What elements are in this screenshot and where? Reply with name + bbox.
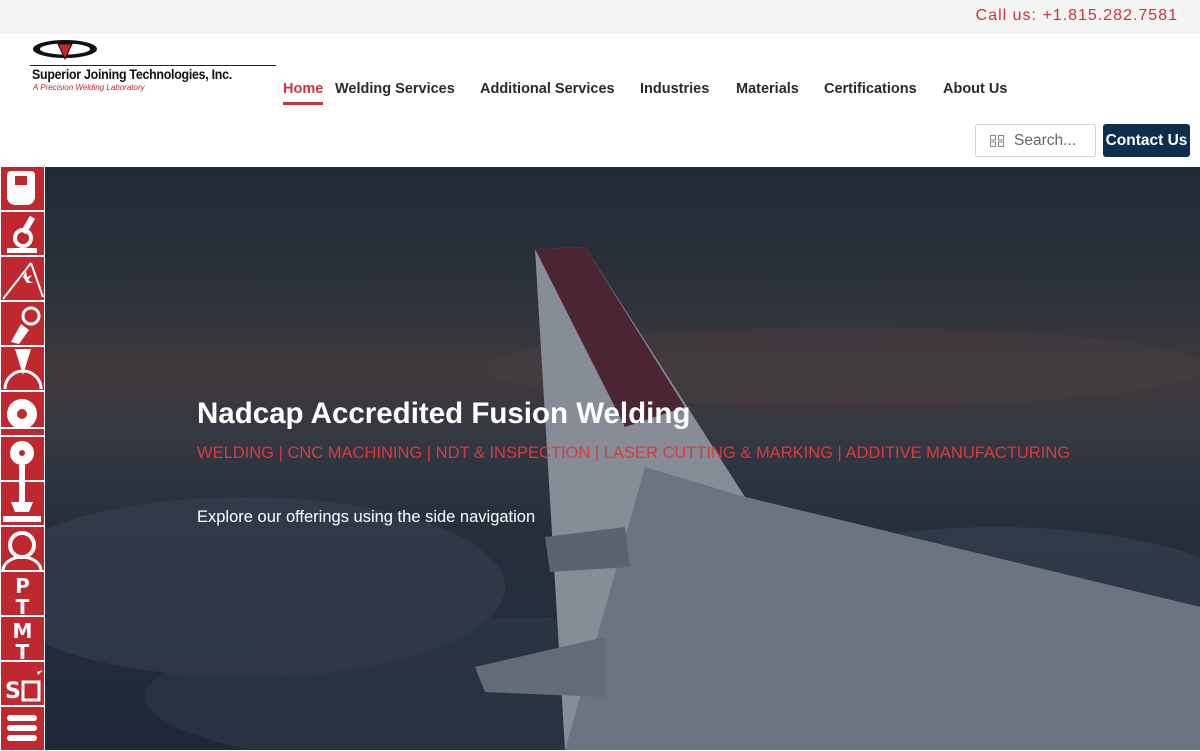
side-nav-additive-layers[interactable] (1, 707, 44, 751)
side-nav-weld-bead[interactable] (1, 347, 44, 391)
side-nav-welding-helmet[interactable] (1, 167, 44, 211)
contact-us-button[interactable]: Contact Us (1103, 124, 1190, 157)
welding-spark-icon (2, 262, 44, 300)
ring-inspection-icon (1, 531, 43, 570)
weld-bead-icon (3, 349, 43, 390)
microscope-icon (7, 215, 37, 253)
nav-welding-services[interactable]: Welding Services (335, 81, 455, 97)
side-navigation: PT MT S (0, 167, 45, 751)
side-nav-machining[interactable] (1, 482, 44, 526)
hero-services-list: WELDING | CNC MACHINING | NDT & INSPECTI… (197, 444, 1071, 462)
search-icon (990, 135, 1004, 147)
company-logo[interactable]: Superior Joining Technologies, Inc. A Pr… (28, 37, 278, 97)
welding-helmet-icon (7, 171, 35, 205)
nav-materials[interactable]: Materials (736, 81, 799, 97)
side-nav-spark-marking[interactable]: S (1, 662, 44, 706)
search-box[interactable] (975, 124, 1096, 157)
logo-mark-icon (33, 40, 97, 60)
mt-magnetic-testing-icon: MT (13, 619, 33, 661)
search-input[interactable] (1014, 131, 1092, 151)
nav-industries[interactable]: Industries (640, 81, 709, 97)
side-nav-ring-inspection[interactable] (1, 527, 44, 571)
company-name: Superior Joining Technologies, Inc. (32, 67, 232, 82)
machining-icon (3, 482, 41, 522)
pt-letter-t: T (16, 595, 30, 616)
spark-letter-s: S (5, 679, 21, 704)
side-nav-penetrant-testing[interactable]: PT (1, 572, 44, 616)
side-nav-magnetic-testing[interactable]: MT (1, 617, 44, 661)
nav-additional-services[interactable]: Additional Services (480, 81, 615, 97)
phone-link[interactable]: Call us: +1.815.282.7581 (976, 7, 1178, 25)
cutting-torch-icon (11, 306, 41, 344)
hero-banner: Nadcap Accredited Fusion Welding WELDING… (45, 167, 1200, 750)
grinding-wheel-icon (1, 399, 44, 429)
mt-letter-t: T (16, 640, 30, 661)
nav-about-us[interactable]: About Us (943, 81, 1007, 97)
nav-home[interactable]: Home (283, 81, 324, 105)
side-nav-microscope[interactable] (1, 212, 44, 256)
hero-title: Nadcap Accredited Fusion Welding (197, 397, 691, 430)
side-nav-cutting-torch[interactable] (1, 302, 44, 346)
nav-certifications[interactable]: Certifications (824, 81, 917, 97)
top-bar: Call us: +1.815.282.7581 (0, 0, 1200, 34)
side-nav-welding-spark[interactable] (1, 257, 44, 301)
pt-penetrant-testing-icon: PT (15, 574, 30, 616)
spark-marking-icon: S (5, 664, 43, 704)
side-nav-drill-bit[interactable] (1, 437, 44, 481)
additive-layers-icon (7, 715, 37, 741)
hero-explore-text: Explore our offerings using the side nav… (197, 508, 536, 526)
logo-rule (30, 65, 276, 66)
drill-bit-icon (10, 441, 34, 480)
company-tagline: A Precision Welding Laboratory (33, 83, 145, 92)
side-nav-grinding-wheel[interactable] (1, 392, 44, 436)
